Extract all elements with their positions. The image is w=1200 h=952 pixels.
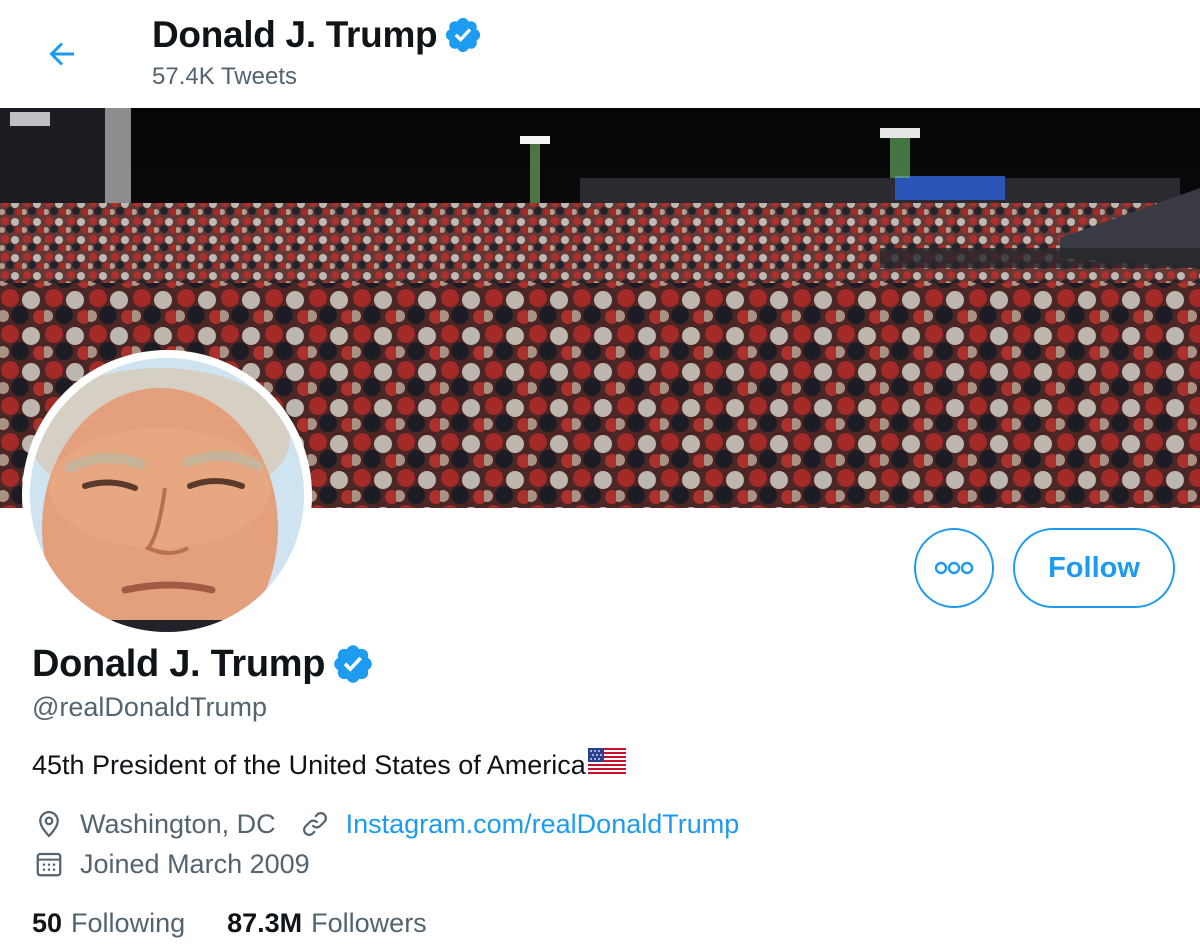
location-text: Washington, DC [80, 809, 276, 839]
website-link[interactable]: Instagram.com/realDonaldTrump [346, 806, 740, 842]
following-stat[interactable]: 50 Following [32, 905, 185, 941]
profile-meta: Washington, DC Instagram.com/realDonaldT… [32, 806, 739, 842]
header-name: Donald J. Trump [152, 14, 438, 55]
back-button[interactable] [38, 30, 86, 78]
joined-date: Joined March 2009 [32, 846, 310, 882]
more-options-button[interactable] [914, 528, 994, 608]
following-label: Following [71, 908, 186, 938]
website-item: Instagram.com/realDonaldTrump [298, 806, 740, 842]
link-icon [298, 807, 332, 841]
profile-bio: 45th President of the United States of A… [32, 747, 626, 783]
followers-stat[interactable]: 87.3M Followers [227, 905, 427, 941]
avatar-image [30, 358, 304, 632]
us-flag-icon [587, 747, 626, 783]
follow-stats: 50 Following 87.3M Followers [32, 905, 427, 941]
following-count: 50 [32, 908, 63, 938]
verified-badge-icon [446, 17, 481, 53]
display-name-row: Donald J. Trump [32, 642, 375, 686]
header-title: Donald J. Trump [152, 14, 483, 56]
arrow-left-icon [49, 42, 74, 66]
user-handle: @realDonaldTrump [32, 692, 267, 722]
more-horizontal-icon [934, 561, 974, 575]
location-pin-icon [32, 807, 66, 841]
profile-avatar[interactable] [22, 350, 312, 640]
display-name: Donald J. Trump [32, 643, 326, 685]
tweet-count: 57.4K Tweets [152, 63, 297, 90]
followers-count: 87.3M [227, 908, 303, 938]
follow-button[interactable]: Follow [1013, 528, 1175, 608]
bio-text: 45th President of the United States of A… [32, 750, 586, 780]
profile-header: Donald J. Trump 57.4K Tweets [0, 0, 1200, 108]
followers-label: Followers [311, 908, 427, 938]
verified-badge-icon [334, 645, 372, 683]
location-item: Washington, DC [32, 806, 276, 842]
calendar-icon [32, 847, 66, 881]
joined-text: Joined March 2009 [80, 849, 310, 879]
